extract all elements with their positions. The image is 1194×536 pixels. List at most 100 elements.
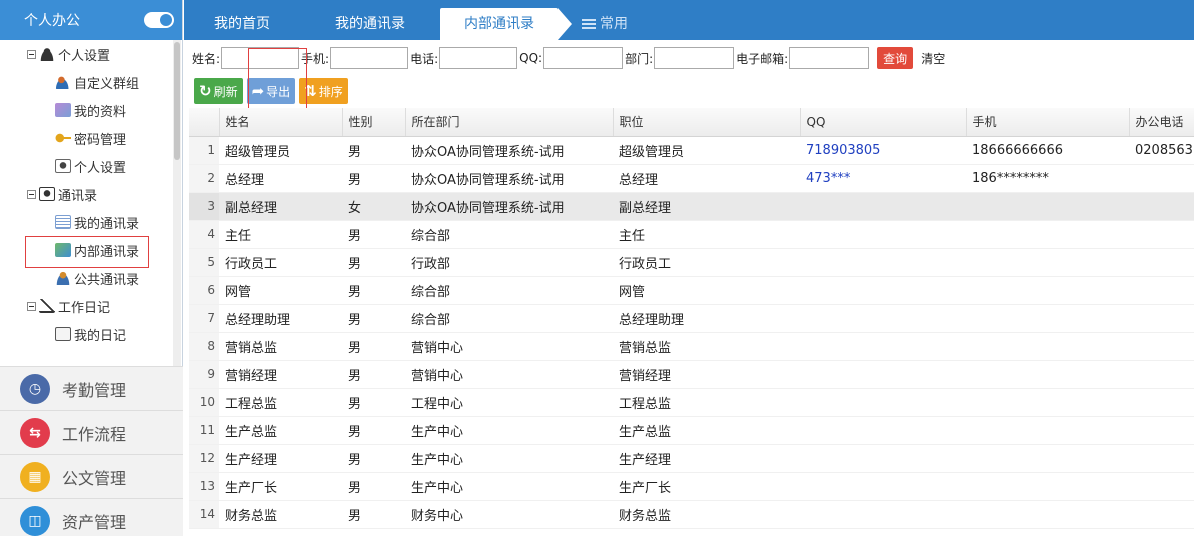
tree-node-my-profile[interactable]: 我的资料 xyxy=(0,96,172,124)
table-row[interactable]: 7 总经理助理 男 综合部 总经理助理 xyxy=(189,304,1194,333)
cell-position: 生产总监 xyxy=(613,416,800,445)
table-row[interactable]: 6 网管 男 综合部 网管 xyxy=(189,276,1194,305)
cell-qq[interactable] xyxy=(800,444,966,473)
tree-node-contacts[interactable]: 通讯录 xyxy=(0,180,172,208)
cell-mobile: 186******** xyxy=(966,164,1129,193)
table-row[interactable]: 2 总经理 男 协众OA协同管理系统-试用 总经理 473*** 186****… xyxy=(189,164,1194,193)
cell-qq[interactable] xyxy=(800,332,966,361)
tab-arrow xyxy=(558,8,572,40)
cell-position: 工程总监 xyxy=(613,388,800,417)
cell-position: 副总经理 xyxy=(613,192,800,221)
column-header-gender[interactable]: 性别 xyxy=(342,108,406,137)
table-row[interactable]: 13 生产厂长 男 生产中心 生产厂长 xyxy=(189,472,1194,501)
cell-department: 营销中心 xyxy=(405,332,613,361)
table-row[interactable]: 4 主任 男 综合部 主任 xyxy=(189,220,1194,249)
tab-home[interactable]: 我的首页 xyxy=(202,8,282,40)
tree-node-my-diary[interactable]: 我的日记 xyxy=(0,320,172,348)
module-assets[interactable]: ◫ 资产管理 xyxy=(0,498,183,536)
cell-qq[interactable] xyxy=(800,276,966,305)
table-row[interactable]: 5 行政员工 男 行政部 行政员工 xyxy=(189,248,1194,277)
cell-qq[interactable]: 718903805 xyxy=(800,136,966,165)
cell-qq[interactable] xyxy=(800,388,966,417)
tree-node-password[interactable]: 密码管理 xyxy=(0,124,172,152)
table-row[interactable]: 12 生产经理 男 生产中心 生产经理 xyxy=(189,444,1194,473)
table-row[interactable]: 9 营销经理 男 营销中心 营销经理 xyxy=(189,360,1194,389)
asset-icon: ◫ xyxy=(20,505,50,536)
table-row[interactable]: 1 超级管理员 男 协众OA协同管理系统-试用 超级管理员 718903805 … xyxy=(189,136,1194,165)
sidebar-scrollbar[interactable] xyxy=(173,40,181,366)
table-row[interactable]: 10 工程总监 男 工程中心 工程总监 xyxy=(189,388,1194,417)
tree-node-internal-contacts[interactable]: 内部通讯录 xyxy=(0,236,172,264)
cell-department: 综合部 xyxy=(405,220,613,249)
cell-qq[interactable]: 473*** xyxy=(800,164,966,193)
dept-input[interactable] xyxy=(654,47,735,69)
search-bar: 姓名: 手机: 电话: QQ: 部门: 电子邮箱: 查询 清空 xyxy=(184,40,1194,76)
tab-my-contacts[interactable]: 我的通讯录 xyxy=(320,8,420,40)
nav-tree: 个人设置 自定义群组 我的资料 密码管理 个人设置 通讯录 我的通讯录 内部通讯… xyxy=(0,40,172,366)
cell-qq[interactable] xyxy=(800,416,966,445)
tree-node-work-diary[interactable]: 工作日记 xyxy=(0,292,172,320)
qq-input[interactable] xyxy=(543,47,624,69)
tree-node-personal-settings-sub[interactable]: 个人设置 xyxy=(0,152,172,180)
refresh-button[interactable]: ↻ 刷新 xyxy=(194,78,243,104)
column-header-department[interactable]: 所在部门 xyxy=(405,108,614,137)
column-header-qq[interactable]: QQ xyxy=(800,108,967,137)
cell-gender: 男 xyxy=(342,248,405,277)
module-attendance[interactable]: ◷ 考勤管理 xyxy=(0,366,183,410)
scrollbar-thumb[interactable] xyxy=(174,42,180,160)
dept-label: 部门: xyxy=(625,51,654,66)
tree-node-custom-group[interactable]: 自定义群组 xyxy=(0,68,172,96)
cell-name: 行政员工 xyxy=(219,248,342,277)
cell-position: 行政员工 xyxy=(613,248,800,277)
export-button[interactable]: ➦ 导出 xyxy=(246,78,296,104)
table-row[interactable]: 14 财务总监 男 财务中心 财务总监 xyxy=(189,500,1194,529)
cell-office-phone xyxy=(1129,416,1194,445)
cell-qq[interactable] xyxy=(800,192,966,221)
collapse-icon[interactable] xyxy=(27,49,36,59)
cell-qq[interactable] xyxy=(800,472,966,501)
cell-position: 总经理助理 xyxy=(613,304,800,333)
cell-qq[interactable] xyxy=(800,220,966,249)
sidebar-toggle[interactable] xyxy=(144,12,174,28)
query-button[interactable]: 查询 xyxy=(877,47,914,69)
table-header: 姓名 性别 所在部门 职位 QQ 手机 办公电话 xyxy=(189,108,1194,137)
name-input[interactable] xyxy=(221,47,300,69)
cell-qq[interactable] xyxy=(800,360,966,389)
clear-button[interactable]: 清空 xyxy=(921,50,945,67)
collapse-icon[interactable] xyxy=(27,301,36,311)
module-workflow[interactable]: ⇆ 工作流程 xyxy=(0,410,183,454)
cell-position: 超级管理员 xyxy=(613,136,800,165)
collapse-icon[interactable] xyxy=(27,189,36,199)
phone-input[interactable] xyxy=(439,47,518,69)
tree-node-personal-settings[interactable]: 个人设置 xyxy=(0,40,172,68)
cell-gender: 男 xyxy=(342,500,405,529)
row-number: 10 xyxy=(189,388,219,417)
cell-department: 生产中心 xyxy=(405,416,613,445)
column-header-mobile[interactable]: 手机 xyxy=(966,108,1130,137)
cell-name: 副总经理 xyxy=(219,192,342,221)
cell-qq[interactable] xyxy=(800,304,966,333)
diary-icon xyxy=(55,327,71,341)
column-header-office-phone[interactable]: 办公电话 xyxy=(1129,108,1194,137)
table-row[interactable]: 8 营销总监 男 营销中心 营销总监 xyxy=(189,332,1194,361)
workflow-icon: ⇆ xyxy=(20,417,50,448)
clock-icon: ◷ xyxy=(20,373,50,404)
tab-common[interactable]: 常用 xyxy=(582,8,642,40)
table-row[interactable]: 11 生产总监 男 生产中心 生产总监 xyxy=(189,416,1194,445)
cell-mobile xyxy=(966,192,1129,221)
sort-button[interactable]: ⇅ 排序 xyxy=(299,78,348,104)
cell-qq[interactable] xyxy=(800,500,966,529)
tree-node-my-contacts[interactable]: 我的通讯录 xyxy=(0,208,172,236)
tab-internal-contacts[interactable]: 内部通讯录 xyxy=(440,8,558,40)
cell-position: 生产经理 xyxy=(613,444,800,473)
tree-node-public-contacts[interactable]: 公共通讯录 xyxy=(0,264,172,292)
cell-qq[interactable] xyxy=(800,248,966,277)
module-documents[interactable]: ▦ 公文管理 xyxy=(0,454,183,498)
table-row-selected[interactable]: 3 副总经理 女 协众OA协同管理系统-试用 副总经理 xyxy=(189,192,1194,221)
column-header-name[interactable]: 姓名 xyxy=(219,108,343,137)
column-header-position[interactable]: 职位 xyxy=(613,108,801,137)
toolbar: ↻ 刷新 ➦ 导出 ⇅ 排序 xyxy=(194,78,348,104)
email-input[interactable] xyxy=(789,47,870,69)
mobile-input[interactable] xyxy=(330,47,409,69)
row-number: 14 xyxy=(189,500,219,529)
